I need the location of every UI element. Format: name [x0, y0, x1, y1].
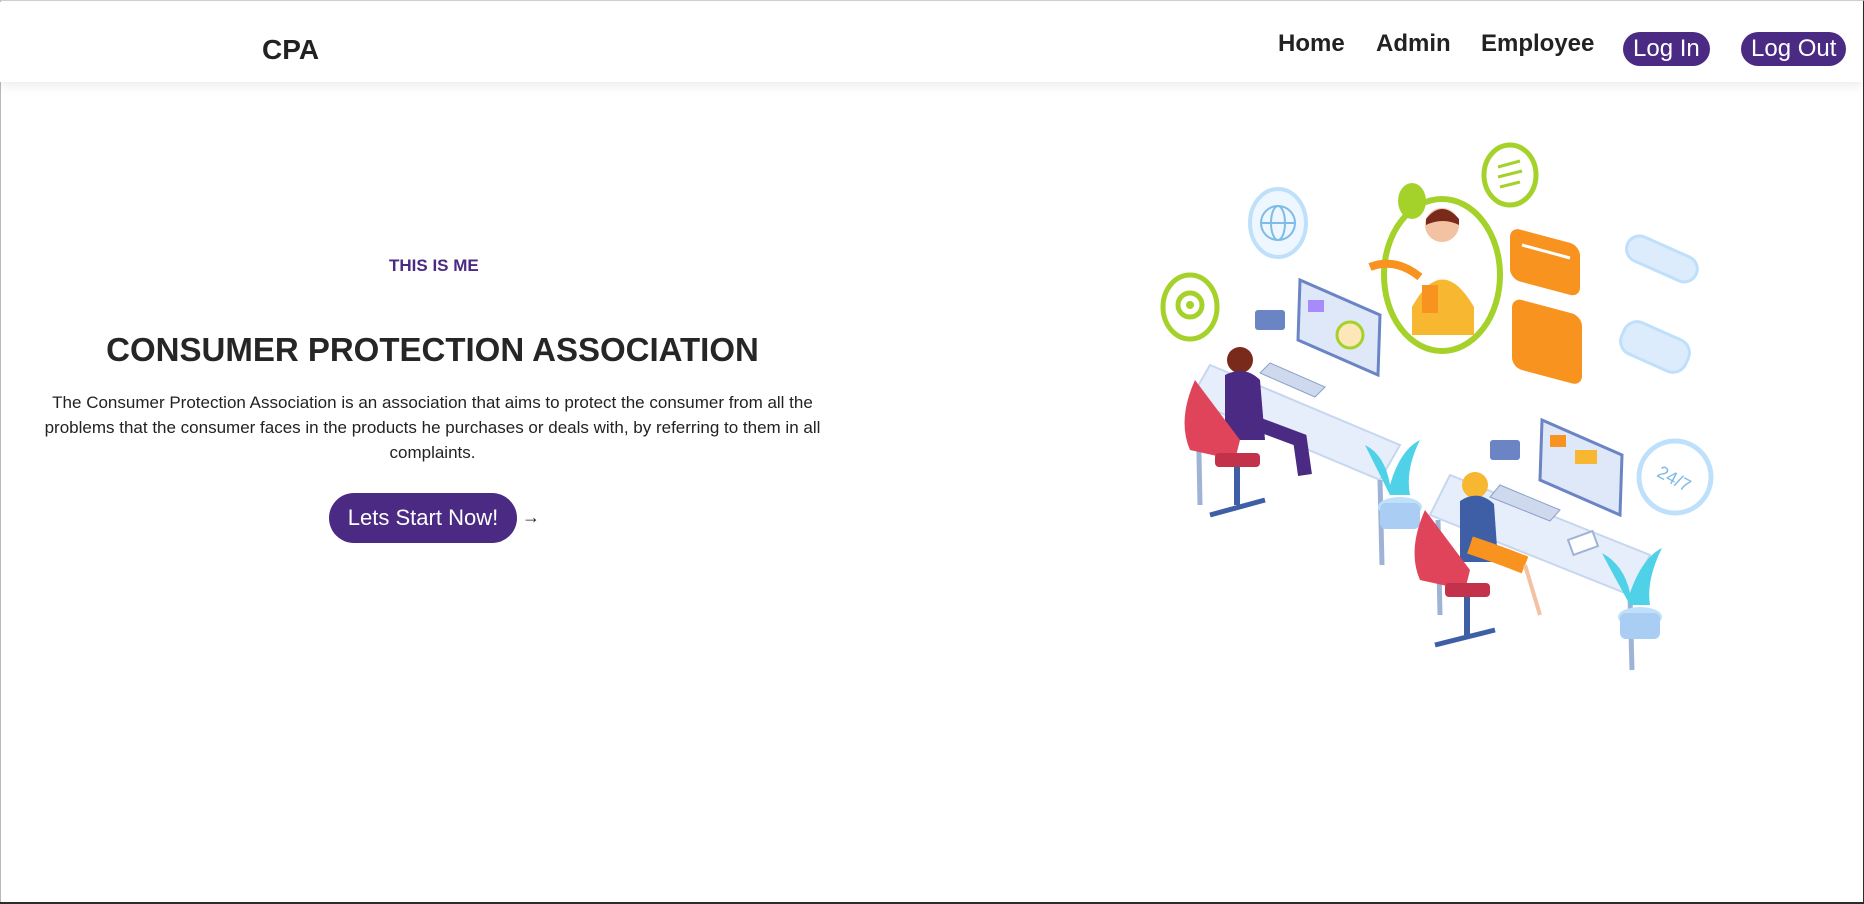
hero-title: CONSUMER PROTECTION ASSOCIATION — [106, 331, 759, 368]
nav-home[interactable]: Home — [1278, 30, 1345, 58]
lets-start-button[interactable]: Lets Start Now! — [329, 493, 517, 543]
desk-1 — [1184, 277, 1402, 566]
hero-description: The Consumer Protection Association is a… — [44, 393, 821, 462]
login-button[interactable]: Log In — [1623, 32, 1710, 66]
globe-icon — [1248, 187, 1308, 259]
brand-logo[interactable]: CPA — [262, 34, 319, 66]
gear-icon — [1160, 272, 1220, 342]
hero-eyebrow: THIS IS ME — [389, 256, 479, 275]
arrow-right-icon: → — [522, 507, 540, 527]
desk-2 — [1414, 417, 1652, 671]
support-illustration: 24/7 — [1130, 135, 1730, 675]
agent-avatar-bubble — [1368, 183, 1503, 354]
support-badge-icon: 24/7 — [1636, 438, 1714, 516]
orange-chat-icons — [1510, 229, 1582, 384]
chat-bubble-icon — [1481, 142, 1539, 208]
blue-chat-icons — [1619, 234, 1699, 374]
logout-button[interactable]: Log Out — [1741, 32, 1847, 66]
nav-employee[interactable]: Employee — [1481, 30, 1594, 58]
nav-admin[interactable]: Admin — [1376, 30, 1451, 58]
navbar: CPA Home Admin Employee Log In Log Out — [0, 2, 1862, 82]
